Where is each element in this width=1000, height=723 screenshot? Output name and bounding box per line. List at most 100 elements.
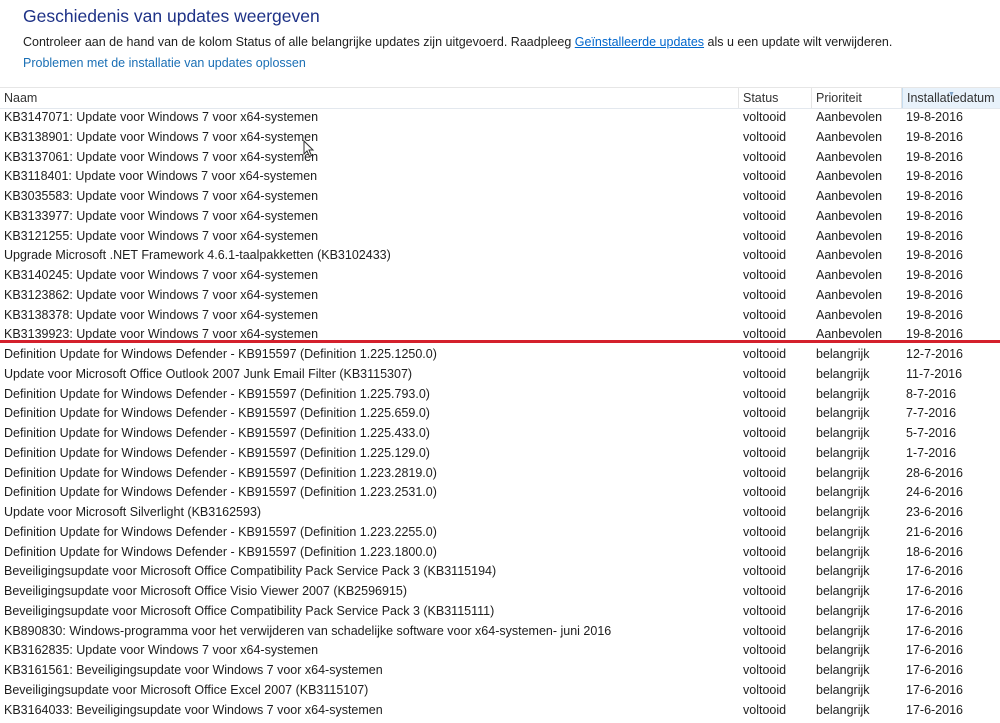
update-priority: belangrijk (816, 347, 870, 361)
update-name: Definition Update for Windows Defender -… (4, 544, 437, 559)
update-status: voltooid (743, 426, 787, 440)
description-text-end: als u een update wilt verwijderen. (704, 35, 893, 49)
table-row[interactable]: KB3164033: Beveiligingsupdate voor Windo… (0, 701, 1000, 721)
update-priority: Aanbevolen (816, 189, 883, 203)
update-date: 19-8-2016 (906, 129, 963, 144)
update-priority: Aanbevolen (816, 149, 883, 164)
update-date: 17-6-2016 (906, 603, 963, 618)
table-row[interactable]: Beveiligingsupdate voor Microsoft Office… (0, 681, 1000, 701)
table-row[interactable]: KB3161561: Beveiligingsupdate voor Windo… (0, 661, 1000, 681)
update-priority: belangrijk (816, 564, 870, 579)
update-priority: belangrijk (816, 426, 870, 440)
update-priority: belangrijk (816, 445, 870, 460)
update-date: 8-7-2016 (906, 386, 957, 401)
column-header-date[interactable]: ▼ Installatiedatum (902, 88, 1000, 108)
update-date: 17-6-2016 (906, 623, 963, 638)
table-row[interactable]: KB890830: Windows-programma voor het ver… (0, 622, 1000, 642)
update-date: 19-8-2016 (906, 110, 963, 124)
table-row[interactable]: Beveiligingsupdate voor Microsoft Office… (0, 562, 1000, 582)
update-date: 11-7-2016 (906, 366, 963, 381)
table-row[interactable]: Definition Update for Windows Defender -… (0, 345, 1000, 365)
update-name: KB3118401: Update voor Windows 7 voor x6… (4, 169, 318, 184)
column-header-priority[interactable]: Prioriteit (812, 88, 902, 108)
update-priority: belangrijk (816, 366, 870, 381)
table-row[interactable]: Definition Update for Windows Defender -… (0, 483, 1000, 503)
page-title: Geschiedenis van updates weergeven (23, 6, 320, 26)
update-date: 17-6-2016 (906, 564, 963, 579)
table-row[interactable]: KB3138378: Update voor Windows 7 voor x6… (0, 306, 1000, 326)
update-date: 19-8-2016 (906, 169, 963, 184)
updates-list: KB3147071: Update voor Windows 7 voor x6… (0, 108, 1000, 720)
update-name: KB3123862: Update voor Windows 7 voor x6… (4, 287, 319, 302)
update-priority: belangrijk (816, 603, 870, 618)
update-date: 19-8-2016 (906, 268, 963, 282)
update-priority: belangrijk (816, 524, 870, 539)
table-row[interactable]: Definition Update for Windows Defender -… (0, 543, 1000, 563)
update-date: 1-7-2016 (906, 445, 957, 460)
table-row[interactable]: Definition Update for Windows Defender -… (0, 523, 1000, 543)
troubleshoot-updates-link[interactable]: Problemen met de installatie van updates… (23, 56, 306, 70)
update-status: voltooid (743, 465, 787, 480)
update-status: voltooid (743, 228, 787, 243)
table-row[interactable]: Definition Update for Windows Defender -… (0, 404, 1000, 424)
table-row[interactable]: Update voor Microsoft Silverlight (KB316… (0, 503, 1000, 523)
update-priority: belangrijk (816, 584, 870, 598)
table-row[interactable]: Definition Update for Windows Defender -… (0, 464, 1000, 484)
update-priority: belangrijk (816, 702, 870, 717)
update-status: voltooid (743, 169, 787, 184)
update-date: 17-6-2016 (906, 584, 963, 598)
update-date: 12-7-2016 (906, 347, 963, 361)
update-name: KB3121255: Update voor Windows 7 voor x6… (4, 228, 319, 243)
table-row[interactable]: Beveiligingsupdate voor Microsoft Office… (0, 602, 1000, 622)
table-row[interactable]: KB3035583: Update voor Windows 7 voor x6… (0, 187, 1000, 207)
table-row[interactable]: Definition Update for Windows Defender -… (0, 444, 1000, 464)
update-status: voltooid (743, 663, 787, 677)
update-priority: Aanbevolen (816, 110, 883, 124)
update-name: Definition Update for Windows Defender -… (4, 386, 430, 401)
installed-updates-link[interactable]: Geïnstalleerde updates (575, 35, 704, 49)
table-header: Naam Status Prioriteit ▼ Installatiedatum (0, 87, 1000, 109)
table-row[interactable]: KB3162835: Update voor Windows 7 voor x6… (0, 641, 1000, 661)
column-header-status[interactable]: Status (739, 88, 812, 108)
update-name: Beveiligingsupdate voor Microsoft Office… (4, 682, 369, 697)
update-name: Beveiligingsupdate voor Microsoft Office… (4, 603, 495, 618)
table-row[interactable]: Definition Update for Windows Defender -… (0, 385, 1000, 405)
update-name: Update voor Microsoft Office Outlook 200… (4, 366, 413, 381)
table-row[interactable]: KB3147071: Update voor Windows 7 voor x6… (0, 108, 1000, 128)
update-status: voltooid (743, 564, 787, 579)
update-priority: Aanbevolen (816, 268, 883, 282)
table-row[interactable]: KB3140245: Update voor Windows 7 voor x6… (0, 266, 1000, 286)
table-row[interactable]: KB3133977: Update voor Windows 7 voor x6… (0, 207, 1000, 227)
update-priority: belangrijk (816, 485, 870, 500)
update-name: KB3035583: Update voor Windows 7 voor x6… (4, 189, 319, 203)
table-row[interactable]: Upgrade Microsoft .NET Framework 4.6.1-t… (0, 246, 1000, 266)
update-priority: belangrijk (816, 643, 870, 658)
table-row[interactable]: KB3118401: Update voor Windows 7 voor x6… (0, 167, 1000, 187)
update-status: voltooid (743, 149, 787, 164)
table-row[interactable]: Update voor Microsoft Office Outlook 200… (0, 365, 1000, 385)
mouse-cursor-icon (303, 140, 315, 158)
update-status: voltooid (743, 268, 787, 282)
table-row[interactable]: KB3123862: Update voor Windows 7 voor x6… (0, 286, 1000, 306)
table-row[interactable]: KB3121255: Update voor Windows 7 voor x6… (0, 227, 1000, 247)
update-name: Definition Update for Windows Defender -… (4, 465, 437, 480)
update-priority: Aanbevolen (816, 208, 883, 223)
update-priority: belangrijk (816, 386, 870, 401)
update-name: Update voor Microsoft Silverlight (KB316… (4, 505, 262, 519)
update-status: voltooid (743, 366, 787, 381)
update-name: KB3164033: Beveiligingsupdate voor Windo… (4, 702, 383, 717)
table-row[interactable]: Beveiligingsupdate voor Microsoft Office… (0, 582, 1000, 602)
update-status: voltooid (743, 445, 787, 460)
update-name: KB3147071: Update voor Windows 7 voor x6… (4, 110, 319, 124)
table-row[interactable]: Definition Update for Windows Defender -… (0, 424, 1000, 444)
update-date: 5-7-2016 (906, 426, 957, 440)
table-row[interactable]: KB3138901: Update voor Windows 7 voor x6… (0, 128, 1000, 148)
table-row[interactable]: KB3137061: Update voor Windows 7 voor x6… (0, 148, 1000, 168)
update-priority: Aanbevolen (816, 307, 883, 322)
update-date: 19-8-2016 (906, 228, 963, 243)
column-header-name[interactable]: Naam (0, 88, 739, 108)
update-status: voltooid (743, 110, 787, 124)
update-priority: belangrijk (816, 544, 870, 559)
update-name: KB3161561: Beveiligingsupdate voor Windo… (4, 663, 383, 677)
update-name: KB3138378: Update voor Windows 7 voor x6… (4, 307, 319, 322)
